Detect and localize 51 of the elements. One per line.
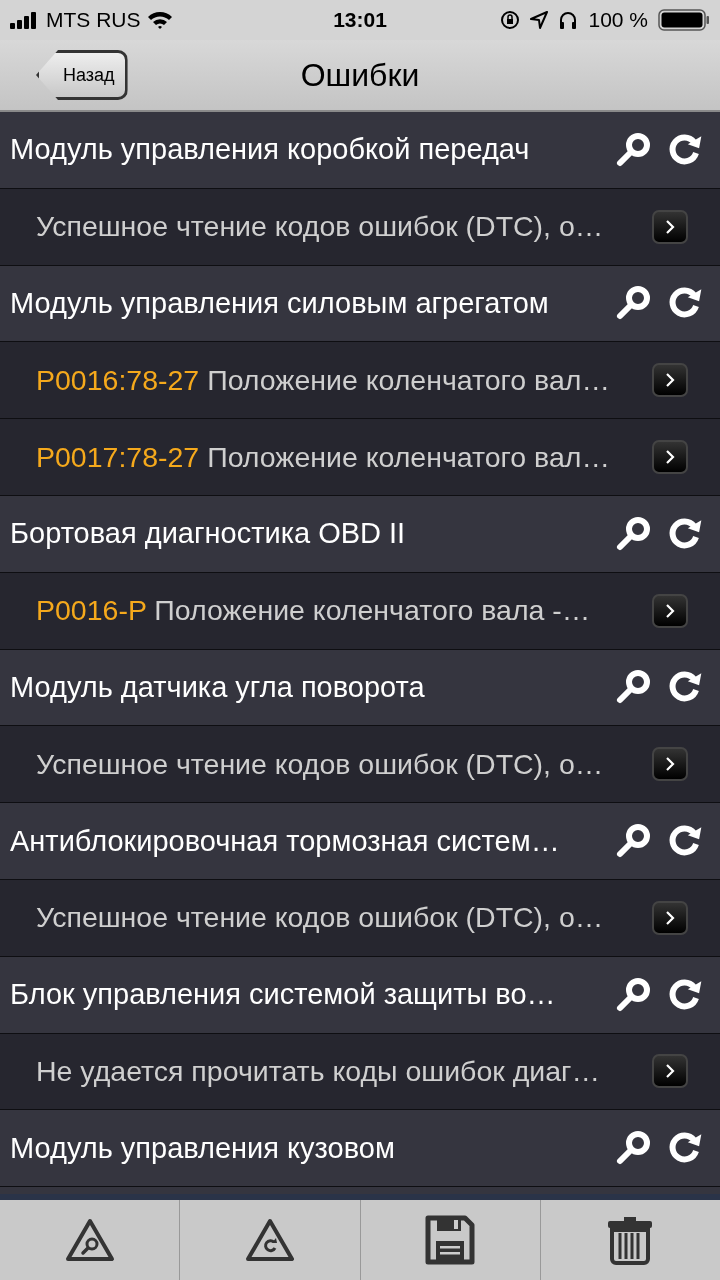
module-row[interactable]: Антиблокировочная тормозная систем… <box>0 803 720 880</box>
module-name: Модуль управления коробкой передач <box>10 133 531 167</box>
details-button[interactable] <box>652 900 688 935</box>
refresh-icon[interactable] <box>668 977 702 1012</box>
error-text: Успешное чтение кодов ошибок (DTC), о… <box>36 901 605 935</box>
refresh-icon[interactable] <box>668 516 702 551</box>
module-name: Антиблокировочная тормозная систем… <box>10 824 561 858</box>
details-button[interactable] <box>652 363 688 398</box>
battery-icon <box>658 9 710 31</box>
module-row[interactable]: Модуль управления коробкой передач <box>0 112 720 189</box>
details-button[interactable] <box>652 209 688 244</box>
location-arrow-icon <box>530 11 549 29</box>
headphones-icon <box>558 10 579 30</box>
chevron-icon <box>664 372 676 389</box>
module-name: Модуль датчика угла поворота <box>10 670 426 704</box>
module-row[interactable]: Блок управления системой защиты во… <box>0 956 720 1034</box>
clock-time: 13:01 <box>333 8 387 32</box>
details-button[interactable] <box>652 440 688 475</box>
details-button[interactable] <box>652 593 688 628</box>
battery-percent: 100 % <box>588 8 648 32</box>
details-button[interactable] <box>652 747 688 782</box>
carrier-name: MTS RUS <box>46 8 141 32</box>
back-button[interactable]: Назад <box>36 50 128 100</box>
refresh-icon[interactable] <box>668 132 702 167</box>
module-name: Модуль управления кузовом <box>10 1131 396 1165</box>
module-name: Блок управления системой защиты во… <box>10 978 557 1012</box>
error-text: Не удается прочитать коды ошибок диаг… <box>36 1054 601 1088</box>
wifi-icon <box>146 10 173 30</box>
module-row[interactable]: Модуль управления силовым агрегатом <box>0 265 720 343</box>
error-text: Успешное чтение кодов ошибок (DTC), о… <box>36 747 605 781</box>
chevron-icon <box>664 602 676 619</box>
module-row[interactable]: Модуль датчика угла поворота <box>0 649 720 727</box>
warning-search-icon <box>64 1218 115 1262</box>
chevron-icon <box>664 218 676 235</box>
error-text: P0017:78-27 Положение коленчатого вал… <box>36 440 611 474</box>
module-row[interactable]: Бортовая диагностика OBD II <box>0 496 720 573</box>
trash-icon <box>606 1215 655 1265</box>
chevron-icon <box>664 449 676 466</box>
warning-refresh-icon <box>244 1218 295 1262</box>
details-button[interactable] <box>652 1054 688 1089</box>
module-name: Модуль управления силовым агрегатом <box>10 287 550 320</box>
error-text: Успешное чтение кодов ошибок (DTC), о… <box>36 210 605 244</box>
chevron-icon <box>664 909 676 926</box>
module-name: Бортовая диагностика OBD II <box>10 517 407 551</box>
chevron-icon <box>664 756 676 773</box>
error-text: P0016:78-27 Положение коленчатого вал… <box>36 363 611 397</box>
error-text: P0016-P Положение коленчатого вала -… <box>36 594 592 628</box>
rotation-lock-icon <box>500 10 521 30</box>
module-row[interactable]: Модуль управления кузовом <box>0 1110 720 1188</box>
screen-title: Ошибки <box>300 56 420 94</box>
chevron-icon <box>664 1063 676 1080</box>
